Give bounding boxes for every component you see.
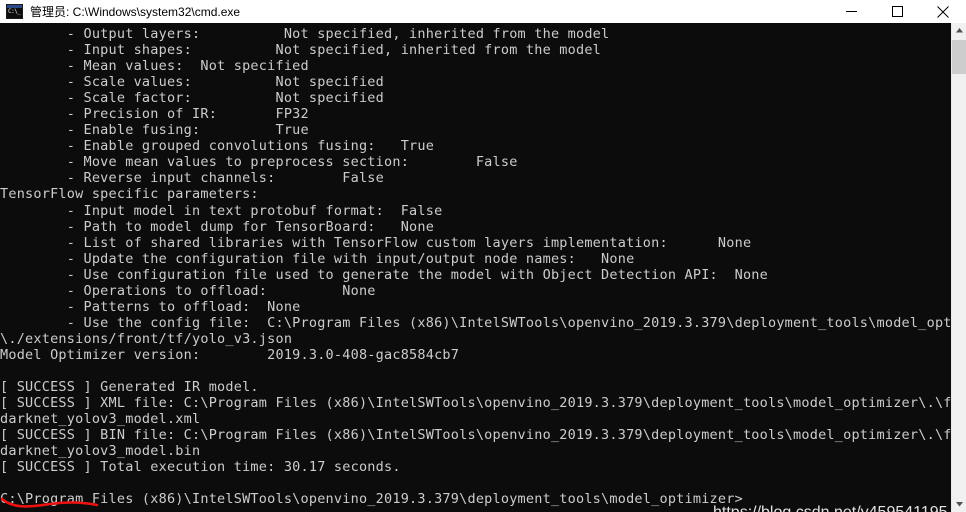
close-icon <box>937 5 949 18</box>
cmd-icon-prompt-glyph: C:\_ <box>8 8 21 15</box>
window-title: 管理员: C:\Windows\system32\cmd.exe <box>30 5 241 19</box>
console-text: - Output layers: Not specified, inherite… <box>0 26 951 508</box>
scroll-up-arrow-button[interactable] <box>952 23 966 38</box>
minimize-button[interactable] <box>828 0 874 23</box>
scrollbar-track[interactable] <box>952 38 966 497</box>
close-button[interactable] <box>920 0 966 23</box>
title-bar[interactable]: C:\_ 管理员: C:\Windows\system32\cmd.exe <box>0 0 966 23</box>
maximize-icon <box>891 6 903 17</box>
console-output-area[interactable]: - Output layers: Not specified, inherite… <box>0 23 951 512</box>
scroll-up-arrow-icon <box>956 28 963 33</box>
cmd-console-icon: C:\_ <box>6 4 23 19</box>
watermark-text: https://blog.csdn.net/y459541195 <box>713 504 948 512</box>
window-controls <box>828 0 966 23</box>
scroll-down-arrow-button[interactable] <box>952 497 966 512</box>
minimize-icon <box>845 11 857 12</box>
scroll-down-arrow-icon <box>956 502 963 507</box>
vertical-scrollbar[interactable] <box>951 23 966 512</box>
scrollbar-thumb[interactable] <box>952 40 966 74</box>
maximize-button[interactable] <box>874 0 920 23</box>
cmd-window: C:\_ 管理员: C:\Windows\system32\cmd.exe - … <box>0 0 966 512</box>
